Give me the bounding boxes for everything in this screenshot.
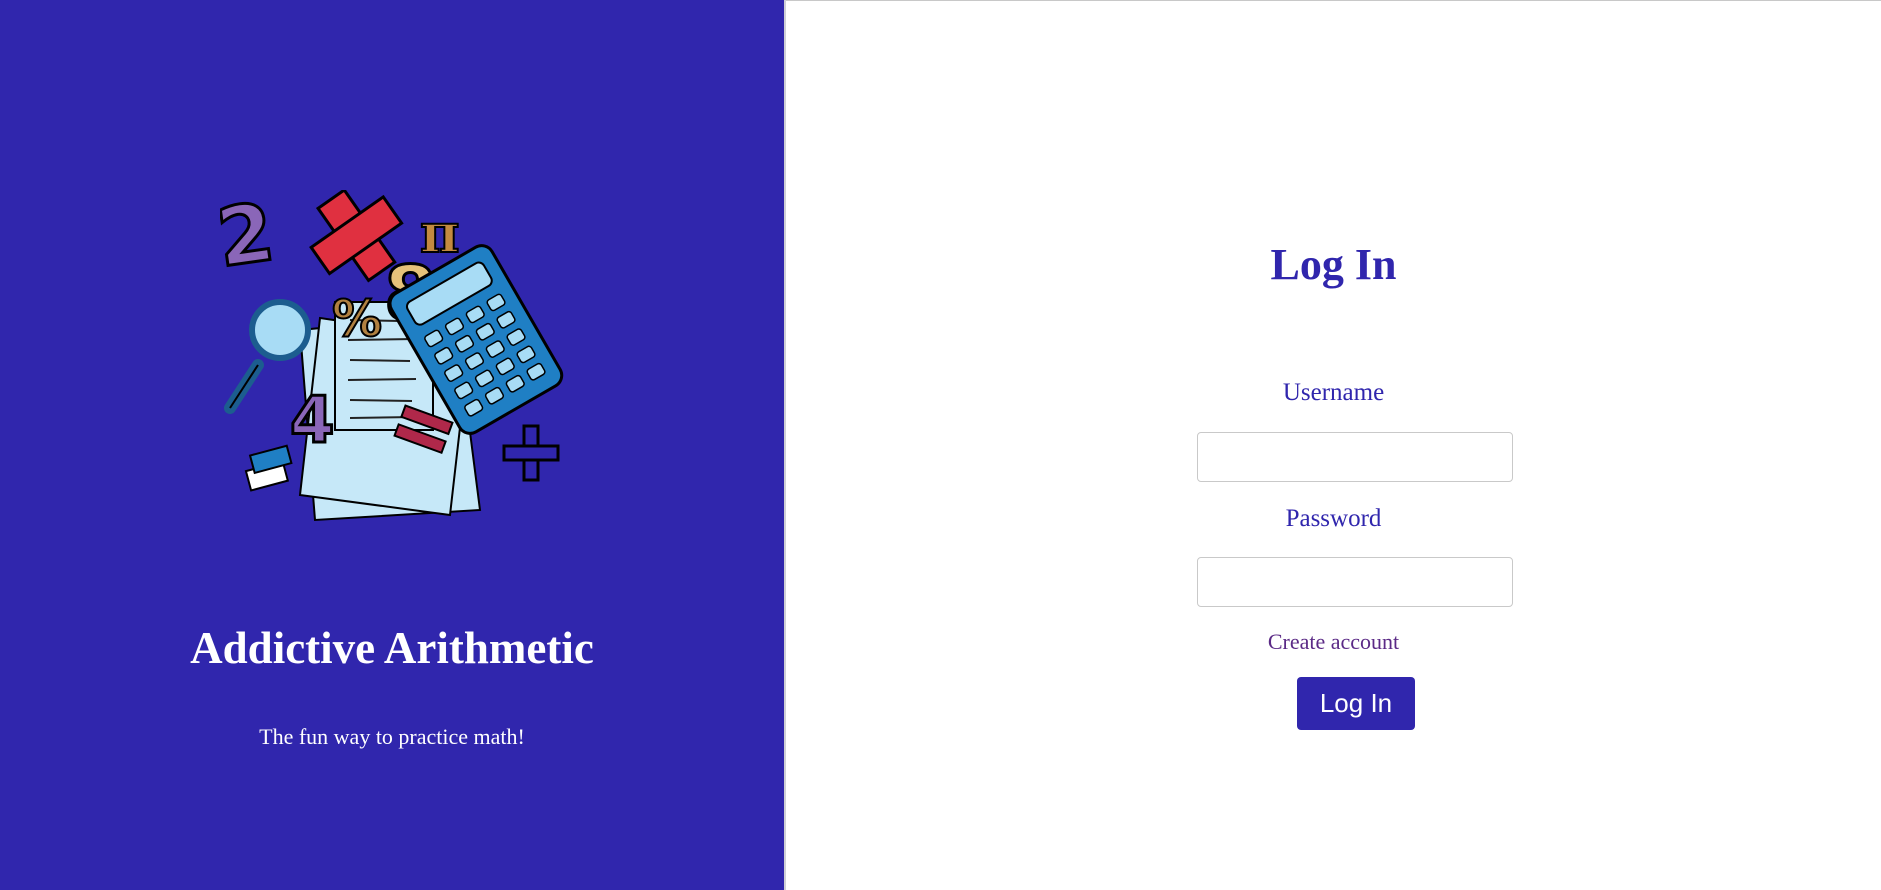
brand-panel: 2 π 8 % [0, 0, 784, 890]
plus-icon [502, 424, 560, 482]
login-button[interactable]: Log In [1297, 677, 1415, 730]
login-panel: Log In Username Password Create account … [786, 0, 1881, 890]
password-label: Password [1285, 505, 1382, 532]
password-input[interactable] [1197, 557, 1513, 607]
app-title: Addictive Arithmetic [190, 623, 594, 673]
create-account-link[interactable]: Create account [786, 628, 1881, 656]
login-title: Log In [1270, 240, 1397, 289]
username-label: Username [1282, 379, 1385, 406]
digit-two-icon: 2 [220, 190, 280, 285]
percent-icon: % [332, 290, 382, 348]
digit-four-icon: 4 [290, 384, 335, 458]
eraser-icon [244, 444, 293, 492]
app-tagline: The fun way to practice math! [259, 724, 525, 749]
login-page: 2 π 8 % [0, 0, 1881, 890]
math-collage-illustration: 2 π 8 % [220, 190, 564, 522]
username-input[interactable] [1197, 432, 1513, 482]
